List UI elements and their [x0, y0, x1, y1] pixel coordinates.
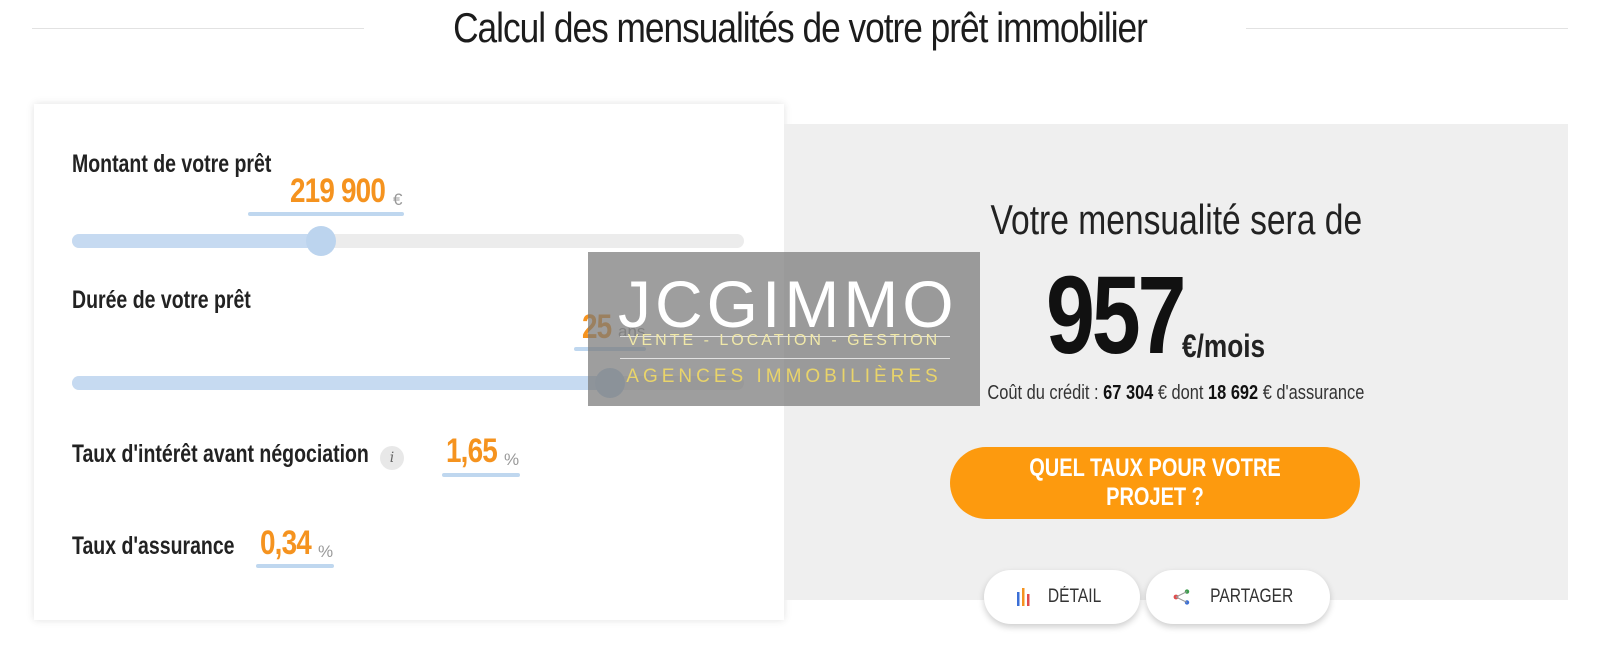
cost-insurance: 18 692 — [1208, 382, 1259, 404]
title-divider-right — [1246, 28, 1568, 29]
amount-label: Montant de votre prêt — [72, 150, 272, 178]
watermark-tagline: VENTE - LOCATION - GESTION — [627, 332, 941, 349]
amount-value[interactable]: 219 900 — [290, 172, 386, 211]
interest-unit: % — [504, 450, 520, 469]
amount-slider-fill — [72, 234, 321, 248]
monthly-unit: €/mois — [1182, 328, 1266, 364]
monthly-payment: 957 €/mois — [1046, 252, 1265, 379]
share-label: PARTAGER — [1210, 586, 1294, 607]
amount-underline — [248, 212, 404, 216]
watermark-divider-bottom — [620, 358, 950, 359]
watermark-logo: JCGIMMO — [618, 267, 958, 341]
amount-unit: € — [393, 190, 403, 209]
info-icon[interactable]: i — [380, 446, 404, 470]
rate-quote-button[interactable]: QUEL TAUX POUR VOTRE PROJET ? — [950, 447, 1360, 519]
title-row: Calcul des mensualités de votre prêt imm… — [32, 0, 1568, 62]
rate-quote-button-label: QUEL TAUX POUR VOTRE PROJET ? — [1029, 454, 1281, 511]
share-button[interactable]: PARTAGER — [1146, 570, 1330, 624]
insurance-unit: % — [318, 542, 334, 561]
insurance-value-field[interactable]: 0,34 % — [260, 524, 340, 564]
duration-label: Durée de votre prêt — [72, 286, 251, 314]
cost-prefix: Coût du crédit : — [987, 382, 1104, 404]
insurance-label: Taux d'assurance — [72, 532, 235, 560]
cost-mid: € dont — [1153, 382, 1209, 404]
detail-button[interactable]: DÉTAIL — [984, 570, 1140, 624]
interest-value[interactable]: 1,65 — [446, 432, 498, 471]
agency-watermark: JCGIMMO VENTE - LOCATION - GESTION AGENC… — [588, 252, 980, 406]
amount-slider-track[interactable] — [72, 234, 744, 248]
insurance-value[interactable]: 0,34 — [260, 524, 312, 563]
insurance-underline — [256, 564, 334, 568]
cost-total: 67 304 — [1103, 382, 1154, 404]
amount-value-field[interactable]: 219 900 € — [290, 172, 420, 212]
watermark-subtitle: AGENCES IMMOBILIÈRES — [626, 366, 942, 387]
amount-slider-thumb[interactable] — [305, 226, 336, 256]
monthly-amount: 957 — [1046, 254, 1186, 377]
result-label-row: Votre mensualité sera de — [784, 196, 1568, 244]
share-icon — [1173, 589, 1190, 605]
interest-underline — [442, 473, 520, 477]
detail-label: DÉTAIL — [1048, 586, 1102, 607]
bar-chart-icon — [1017, 588, 1030, 606]
cost-suffix: € d'assurance — [1258, 382, 1365, 404]
interest-value-field[interactable]: 1,65 % — [446, 432, 526, 472]
result-label: Votre mensualité sera de — [990, 196, 1362, 243]
interest-label: Taux d'intérêt avant négociation — [72, 440, 369, 468]
duration-slider-fill — [72, 376, 610, 390]
